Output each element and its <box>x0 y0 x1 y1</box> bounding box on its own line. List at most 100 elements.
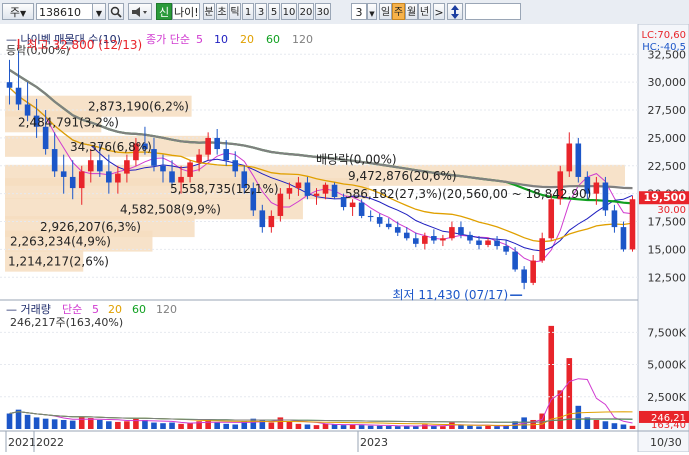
volume-bar <box>467 425 473 429</box>
hc-label: HC:-40,5 <box>642 42 686 53</box>
period-button-0[interactable]: 일 <box>379 3 392 20</box>
interval-button-0[interactable]: 분 <box>203 3 215 20</box>
volume-bar <box>349 424 356 429</box>
candle-body <box>602 182 609 211</box>
candle-body <box>151 149 157 166</box>
candle-body <box>196 154 202 163</box>
candle-body <box>51 149 58 172</box>
period-button-3[interactable]: 년 <box>418 3 431 20</box>
interval-button-4[interactable]: 3 <box>255 3 267 20</box>
volume-bar <box>620 424 627 429</box>
candle-body <box>611 210 618 228</box>
interval-button-2[interactable]: 틱 <box>229 3 241 20</box>
sound-button[interactable] <box>128 3 152 20</box>
volume-legend-ma-5: 5 <box>92 303 99 316</box>
candle-body <box>331 184 338 198</box>
x-axis-label: 2022 <box>36 436 64 449</box>
volume-bar <box>97 419 103 429</box>
code-value: 138610 <box>39 6 81 19</box>
period-button-2[interactable]: 월 <box>405 3 418 20</box>
interval-button-6[interactable]: 10 <box>281 3 297 20</box>
volume-bar <box>60 419 67 429</box>
speaker-icon <box>132 7 147 17</box>
new-badge[interactable]: 신 <box>156 3 172 20</box>
candle-body <box>205 137 211 155</box>
volume-bar <box>304 424 311 429</box>
candle-body <box>124 160 130 174</box>
stock-name-field[interactable]: 나이! <box>172 3 200 20</box>
volume-legend-ma-20: 20 <box>108 303 122 316</box>
volume-bar <box>295 423 302 429</box>
interval-button-3[interactable]: 1 <box>242 3 254 20</box>
candle-body <box>394 227 401 233</box>
volume-bar <box>358 425 365 429</box>
candle-body <box>548 199 555 239</box>
volume-profile-label: 4,582,508(9,9%) <box>120 202 221 216</box>
volume-bar <box>548 325 555 429</box>
volume-legend-prefix: 단순 <box>62 303 82 316</box>
candle-body <box>620 227 627 250</box>
volume-bar <box>376 425 383 429</box>
candle-body <box>349 202 356 208</box>
price-tick-label: 15,000 <box>648 243 687 256</box>
candle-body <box>494 240 500 247</box>
blank-field[interactable] <box>465 3 521 20</box>
volume-legend-name: — 거래량 <box>6 303 51 316</box>
candle-body <box>629 199 636 250</box>
candle-body <box>503 246 509 252</box>
candle-body <box>187 162 193 177</box>
interval-button-8[interactable]: 30 <box>315 3 331 20</box>
search-button[interactable] <box>108 3 124 20</box>
volume-bar <box>413 426 419 429</box>
volume-bar <box>340 425 347 429</box>
volume-bar <box>69 420 76 429</box>
volume-bar <box>331 424 338 429</box>
count-input[interactable]: 3 <box>351 3 367 20</box>
next-button[interactable]: > <box>433 3 445 20</box>
candle-body <box>422 236 428 244</box>
price-legend-ma-60: 60 <box>266 33 280 46</box>
candle-body <box>78 171 85 189</box>
interval-button-5[interactable]: 5 <box>268 3 280 20</box>
volume-bar <box>322 423 329 429</box>
volume-bar <box>286 421 293 429</box>
volume-bar <box>106 421 112 429</box>
count-dropdown-button[interactable]: ▼ <box>367 3 377 20</box>
volume-bar <box>277 417 284 429</box>
price-tick-label: 22,500 <box>648 160 687 173</box>
volume-bar <box>268 422 275 429</box>
candle-body <box>593 182 600 194</box>
volume-bar <box>476 426 482 429</box>
candle-body <box>485 240 491 245</box>
new-badge-label: 신 <box>158 6 170 19</box>
low-annotation: 최저 11,430 (07/17) <box>392 288 508 302</box>
market-select[interactable]: 주▼ <box>2 3 34 20</box>
volume-profile-label: 9,472,876(20,6%) <box>348 169 457 183</box>
volume-bar <box>205 419 211 429</box>
volume-bar <box>24 414 31 429</box>
code-dropdown-button[interactable]: ▼ <box>92 3 106 20</box>
volume-profile-label: 1,214,217(2,6%) <box>8 255 109 269</box>
stock-chart[interactable]: 32,50030,00027,50025,00022,50020,00017,5… <box>0 23 689 453</box>
x-axis-label: 2023 <box>360 436 388 449</box>
volume-bar <box>557 390 564 429</box>
range-annotation: 586,182(27,3%)(20,560,00 ~ 18,842,90) <box>345 187 591 201</box>
market-label: 주 <box>9 6 20 19</box>
volume-legend-ma-60: 60 <box>132 303 146 316</box>
candle-body <box>223 149 229 161</box>
interval-button-1[interactable]: 초 <box>216 3 228 20</box>
candle-body <box>367 215 374 218</box>
volume-bar <box>593 419 600 429</box>
interval-button-7[interactable]: 20 <box>298 3 314 20</box>
updown-button[interactable] <box>447 3 463 20</box>
lc-label: LC:70,60 <box>641 30 686 41</box>
volume-bar <box>51 419 58 429</box>
candle-body <box>97 160 103 172</box>
chart-area: 32,50030,00027,50025,00022,50020,00017,5… <box>0 23 689 453</box>
candle-body <box>286 188 293 194</box>
period-button-1[interactable]: 주 <box>392 3 405 20</box>
candle-body <box>24 104 31 116</box>
candle-body <box>160 165 166 172</box>
volume-tick-label: 5,000K <box>647 359 686 372</box>
candle-body <box>458 227 464 235</box>
